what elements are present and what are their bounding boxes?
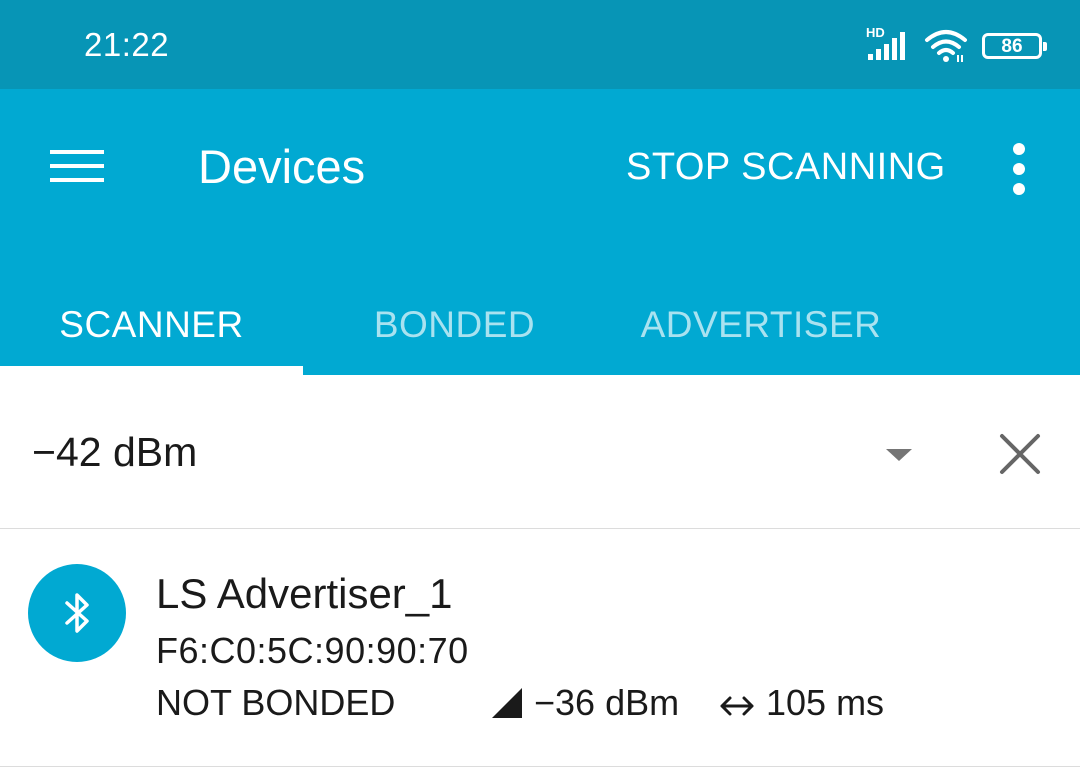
wifi-icon <box>924 28 968 64</box>
bluetooth-icon <box>28 564 126 662</box>
page-title: Devices <box>198 140 366 193</box>
active-tab-indicator <box>0 366 303 375</box>
status-time: 21:22 <box>84 26 170 63</box>
app-bar: Devices STOP SCANNING SCANNER BONDED ADV… <box>0 89 1080 375</box>
signal-icon: HD <box>866 25 910 64</box>
device-interval-value: 105 ms <box>766 682 885 723</box>
tab-bar: SCANNER BONDED ADVERTISER <box>0 275 1080 375</box>
battery-icon: 86 <box>982 33 1047 59</box>
close-icon[interactable] <box>998 432 1042 476</box>
device-address: F6:C0:5C:90:90:70 <box>156 630 469 671</box>
status-bar: 21:22 HD 86 <box>0 0 1080 89</box>
signal-strength-icon <box>490 686 524 720</box>
list-divider <box>0 766 1080 767</box>
interval-arrows-icon <box>718 688 756 718</box>
device-interval: 105 ms <box>718 682 884 724</box>
device-rssi-value: −36 dBm <box>534 682 680 723</box>
stop-scanning-button[interactable]: STOP SCANNING <box>626 146 946 189</box>
device-bond-state: NOT BONDED <box>156 682 396 723</box>
device-list-item[interactable]: LS Advertiser_1 F6:C0:5C:90:90:70 NOT BO… <box>0 529 1080 767</box>
tab-advertiser[interactable]: ADVERTISER <box>606 275 916 375</box>
battery-level: 86 <box>1001 35 1023 57</box>
device-name: LS Advertiser_1 <box>156 570 453 617</box>
dropdown-arrow-icon[interactable] <box>884 447 914 463</box>
device-rssi: −36 dBm <box>490 682 679 724</box>
tab-scanner[interactable]: SCANNER <box>0 275 303 375</box>
hamburger-menu-icon[interactable] <box>50 146 104 186</box>
rssi-filter-row: −42 dBm <box>0 375 1080 529</box>
rssi-filter-value[interactable]: −42 dBm <box>32 429 197 476</box>
status-icons: HD 86 <box>866 25 1047 64</box>
more-vertical-icon[interactable] <box>1004 142 1034 196</box>
tab-bonded[interactable]: BONDED <box>303 275 606 375</box>
